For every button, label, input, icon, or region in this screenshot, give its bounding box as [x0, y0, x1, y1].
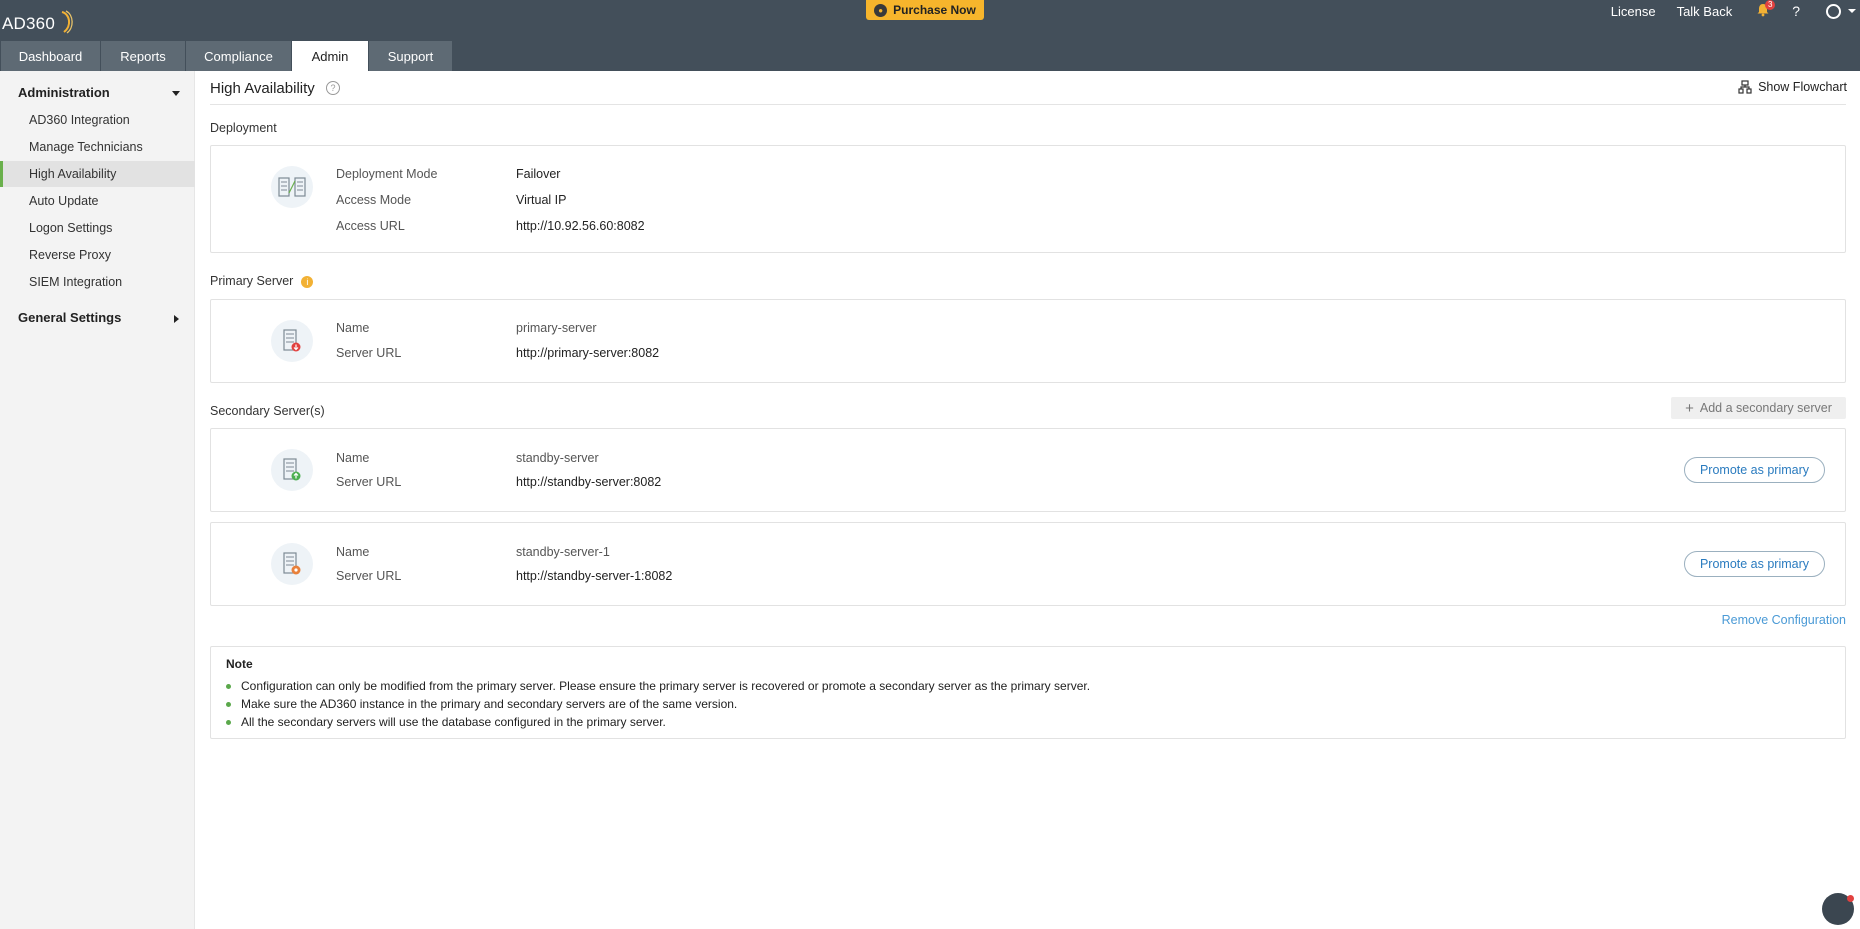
purchase-now-button[interactable]: ● Purchase Now — [866, 0, 984, 20]
sidebar: Administration AD360 Integration Manage … — [0, 71, 195, 929]
main-tabs: Dashboard Reports Compliance Admin Suppo… — [1, 41, 453, 71]
title-divider — [210, 104, 1846, 105]
user-avatar-icon[interactable] — [1826, 3, 1841, 19]
sidebar-item-ad360-integration[interactable]: AD360 Integration — [0, 107, 195, 133]
tab-reports[interactable]: Reports — [101, 41, 185, 71]
flowchart-icon — [1738, 80, 1752, 94]
talk-back-link[interactable]: Talk Back — [1677, 4, 1733, 19]
notifications-bell-icon[interactable]: 3 — [1756, 0, 1776, 19]
primary-name-label: Name — [336, 321, 370, 335]
tab-dashboard[interactable]: Dashboard — [1, 41, 100, 71]
note-item: Configuration can only be modified from … — [226, 677, 1830, 695]
add-secondary-server-button[interactable]: + Add a secondary server — [1671, 397, 1846, 419]
license-link[interactable]: License — [1611, 4, 1656, 19]
access-url-value: http://10.92.56.60:8082 — [516, 219, 645, 233]
primary-server-section-label: Primary Server i — [210, 274, 314, 288]
purchase-now-label: Purchase Now — [893, 3, 976, 17]
show-flowchart-button[interactable]: Show Flowchart — [1738, 80, 1847, 94]
promote-as-primary-button[interactable]: Promote as primary — [1684, 457, 1825, 483]
notification-count-badge: 3 — [1765, 0, 1776, 10]
sidebar-item-reverse-proxy[interactable]: Reverse Proxy — [0, 242, 195, 268]
help-icon[interactable]: ? — [1792, 3, 1800, 19]
secondary-server-icon — [271, 543, 313, 585]
note-title: Note — [226, 657, 253, 671]
chevron-down-icon[interactable] — [1848, 9, 1856, 13]
sidebar-item-high-availability[interactable]: High Availability — [0, 161, 195, 187]
deployment-mode-value: Failover — [516, 167, 561, 181]
info-icon[interactable]: i — [301, 275, 314, 288]
note-item: Make sure the AD360 instance in the prim… — [226, 695, 1830, 713]
header-actions: License Talk Back 3 ? — [1611, 0, 1860, 19]
promote-as-primary-button[interactable]: Promote as primary — [1684, 551, 1825, 577]
add-secondary-label: Add a secondary server — [1699, 401, 1832, 415]
secondary-server-card: Name standby-server Server URL http://st… — [210, 428, 1846, 512]
sidebar-item-siem-integration[interactable]: SIEM Integration — [0, 269, 195, 295]
note-item: All the secondary servers will use the d… — [226, 713, 1830, 731]
note-box: Note Configuration can only be modified … — [210, 646, 1846, 739]
deployment-card: Deployment Mode Failover Access Mode Vir… — [210, 145, 1846, 253]
chevron-down-icon[interactable] — [172, 91, 180, 96]
cart-icon: ● — [874, 3, 888, 17]
sidebar-item-auto-update[interactable]: Auto Update — [0, 188, 195, 214]
sidebar-section-general-settings[interactable]: General Settings — [18, 310, 121, 325]
secondary-servers-section-label: Secondary Server(s) — [210, 404, 325, 418]
secondary-url-label: Server URL — [336, 475, 402, 489]
primary-server-icon — [271, 320, 313, 362]
sidebar-item-logon-settings[interactable]: Logon Settings — [0, 215, 195, 241]
plus-icon: + — [1685, 399, 1694, 417]
access-url-label: Access URL — [336, 219, 405, 233]
secondary-name-value: standby-server — [516, 451, 599, 465]
deployment-servers-icon — [271, 166, 313, 208]
top-header: AD360 ● Purchase Now License Talk Back 3… — [0, 0, 1860, 71]
secondary-url-value: http://standby-server-1:8082 — [516, 569, 673, 583]
secondary-url-value: http://standby-server:8082 — [516, 475, 662, 489]
access-mode-value: Virtual IP — [516, 193, 567, 207]
primary-url-label: Server URL — [336, 346, 402, 360]
remove-configuration-link[interactable]: Remove Configuration — [1722, 613, 1846, 627]
secondary-name-label: Name — [336, 451, 370, 465]
secondary-url-label: Server URL — [336, 569, 402, 583]
primary-name-value: primary-server — [516, 321, 597, 335]
tab-admin[interactable]: Admin — [292, 41, 368, 71]
logo-arc-icon — [61, 10, 73, 34]
chevron-right-icon[interactable] — [174, 315, 179, 323]
secondary-server-icon — [271, 449, 313, 491]
secondary-name-label: Name — [336, 545, 370, 559]
access-mode-label: Access Mode — [336, 193, 412, 207]
help-circle-icon[interactable]: ? — [326, 81, 340, 95]
primary-server-card: Name primary-server Server URL http://pr… — [210, 299, 1846, 383]
sidebar-item-manage-technicians[interactable]: Manage Technicians — [0, 134, 195, 160]
show-flowchart-label: Show Flowchart — [1758, 80, 1847, 94]
sidebar-section-administration[interactable]: Administration — [18, 85, 110, 100]
secondary-server-card: Name standby-server-1 Server URL http://… — [210, 522, 1846, 606]
tab-compliance[interactable]: Compliance — [186, 41, 291, 71]
primary-url-value: http://primary-server:8082 — [516, 346, 660, 360]
page-title: High Availability — [210, 80, 315, 97]
chat-notification-dot — [1847, 895, 1854, 902]
deployment-mode-label: Deployment Mode — [336, 167, 438, 181]
tab-support[interactable]: Support — [369, 41, 452, 71]
primary-server-label: Primary Server — [210, 274, 294, 288]
deployment-section-label: Deployment — [210, 121, 277, 135]
secondary-name-value: standby-server-1 — [516, 545, 610, 559]
